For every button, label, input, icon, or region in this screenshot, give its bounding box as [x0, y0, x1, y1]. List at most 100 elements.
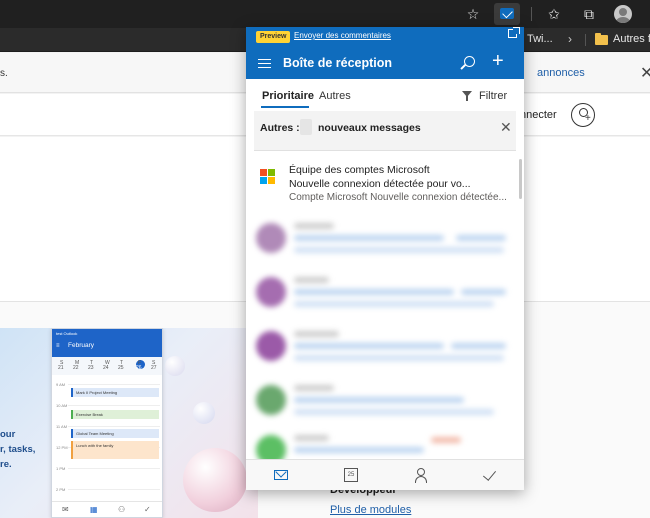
mail-icon: ✉	[62, 505, 69, 514]
avatar	[256, 331, 286, 361]
hour-label: 1 PM	[56, 466, 66, 471]
inbox-header: Boîte de réception +	[246, 47, 524, 79]
phone-bottom-nav: ✉ ▦ ⚇ ✓	[52, 501, 162, 518]
outlook-extension-button[interactable]	[494, 3, 520, 25]
folder-icon	[595, 33, 608, 45]
message-list-item[interactable]	[246, 373, 524, 427]
day-number: 25	[118, 365, 124, 371]
day-number: 24	[103, 365, 109, 371]
phone-header: test Outlook ≡ February	[52, 329, 162, 357]
hour-label: 2 PM	[56, 487, 66, 492]
search-icon[interactable]	[464, 56, 475, 67]
hour-line	[68, 405, 160, 406]
more-modules-link[interactable]: Plus de modules	[330, 504, 411, 516]
filter-icon	[462, 91, 472, 101]
preview-badge: Preview	[256, 31, 291, 43]
day-number: 27	[151, 365, 157, 371]
notice-label: Autres :	[260, 122, 300, 134]
phone-app-name: test Outlook	[56, 331, 78, 336]
hour-label: 12 PM	[56, 445, 68, 450]
promo-text: our r, tasks, re.	[0, 427, 35, 472]
signin-link[interactable]: nnecter	[520, 109, 557, 121]
day-number: 22	[73, 365, 79, 371]
decorative-sphere	[193, 402, 215, 424]
message-list-item[interactable]	[246, 211, 524, 265]
add-favorite-icon[interactable]: ☆	[462, 4, 484, 24]
collections-icon[interactable]: ⧉	[578, 4, 600, 24]
decorative-sphere	[183, 448, 247, 512]
microsoft-logo-icon	[260, 169, 276, 185]
message-list-scrollbar[interactable]	[519, 159, 522, 199]
filter-label: Filtrer	[479, 90, 508, 102]
checkmark-icon	[482, 467, 497, 481]
outlook-extension-icon	[500, 8, 514, 19]
favorite-item[interactable]: Twi...	[527, 33, 553, 45]
message-list-item[interactable]: Équipe des comptes Microsoft Nouvelle co…	[246, 157, 524, 209]
profile-avatar[interactable]	[614, 5, 632, 23]
message-list-item[interactable]	[246, 319, 524, 373]
calendar-event: Lunch with the family	[71, 441, 159, 459]
message-sender: Équipe des comptes Microsoft	[289, 164, 430, 176]
avatar	[256, 385, 286, 415]
hour-label: 9 AM	[56, 382, 66, 387]
avatar	[256, 277, 286, 307]
promo-line: our	[0, 429, 16, 440]
chevron-right-icon[interactable]: ›	[568, 32, 572, 46]
decorative-sphere	[165, 356, 185, 376]
day-number: 23	[88, 365, 94, 371]
close-icon[interactable]: ✕	[500, 119, 512, 136]
nav-people[interactable]	[386, 460, 456, 490]
avatar	[256, 223, 286, 253]
favorites-divider	[585, 34, 586, 46]
nav-todo[interactable]	[454, 460, 524, 490]
people-icon: ⚇	[118, 505, 126, 514]
hamburger-menu-icon[interactable]	[258, 59, 271, 68]
promo-line: r, tasks,	[0, 444, 36, 455]
nav-mail[interactable]	[246, 460, 316, 490]
other-messages-notice[interactable]: Autres : nouveaux messages ✕	[254, 111, 516, 151]
calendar-event: Mark II Project Meeting	[71, 388, 159, 397]
outlook-popup: Preview Envoyer des commentaires Boîte d…	[246, 27, 524, 490]
browser-titlebar: ☆ ✩ ⧉	[0, 0, 650, 28]
people-icon	[415, 468, 429, 483]
close-icon[interactable]: ✕	[640, 63, 650, 83]
popout-icon[interactable]	[508, 27, 520, 38]
mail-icon	[274, 470, 288, 480]
message-list-item[interactable]	[246, 265, 524, 319]
other-favorites-folder[interactable]: Autres fa	[613, 33, 650, 45]
notice-count-placeholder	[300, 119, 312, 135]
new-message-plus-icon[interactable]: +	[492, 51, 504, 71]
check-icon: ✓	[144, 505, 151, 514]
notice-suffix: nouveaux messages	[318, 122, 421, 134]
nav-calendar[interactable]: 25	[316, 460, 386, 490]
day-number: 21	[58, 365, 64, 371]
outlook-bottom-nav: 25	[246, 459, 524, 490]
promo-banner: our r, tasks, re. test Outlook ≡ Februar…	[0, 328, 258, 518]
tab-focused[interactable]: Prioritaire	[262, 90, 314, 102]
promo-line: re.	[0, 459, 12, 470]
hour-label: 11 AM	[56, 424, 68, 429]
favorites-icon[interactable]: ✩	[543, 4, 565, 24]
message-subject: Nouvelle connexion détectée pour vo...	[289, 178, 471, 190]
hour-line	[68, 489, 160, 490]
filter-button[interactable]: Filtrer	[462, 90, 507, 102]
hour-line	[68, 384, 160, 385]
menu-icon: ≡	[56, 343, 60, 349]
notice-link[interactable]: annonces	[537, 67, 585, 79]
tab-other[interactable]: Autres	[319, 90, 351, 102]
calendar-event: Exercise Break	[71, 410, 159, 419]
calendar-event: Global Team Meeting	[71, 429, 159, 438]
toolbar-divider	[531, 7, 532, 21]
signin-person-icon[interactable]	[571, 103, 595, 127]
calendar-icon: 25	[344, 468, 358, 482]
calendar-icon: ▦	[90, 505, 98, 514]
active-tab-indicator	[261, 106, 309, 108]
send-feedback-link[interactable]: Envoyer des commentaires	[294, 31, 391, 40]
phone-calendar-mockup: test Outlook ≡ February S M T W T F S 21…	[51, 328, 163, 518]
preview-bar: Preview Envoyer des commentaires	[246, 27, 524, 47]
day-number: 26	[136, 365, 142, 371]
notice-text: s.	[0, 68, 8, 79]
hour-label: 10 AM	[56, 403, 68, 408]
inbox-tabs: Prioritaire Autres Filtrer	[246, 79, 524, 110]
hour-line	[68, 468, 160, 469]
